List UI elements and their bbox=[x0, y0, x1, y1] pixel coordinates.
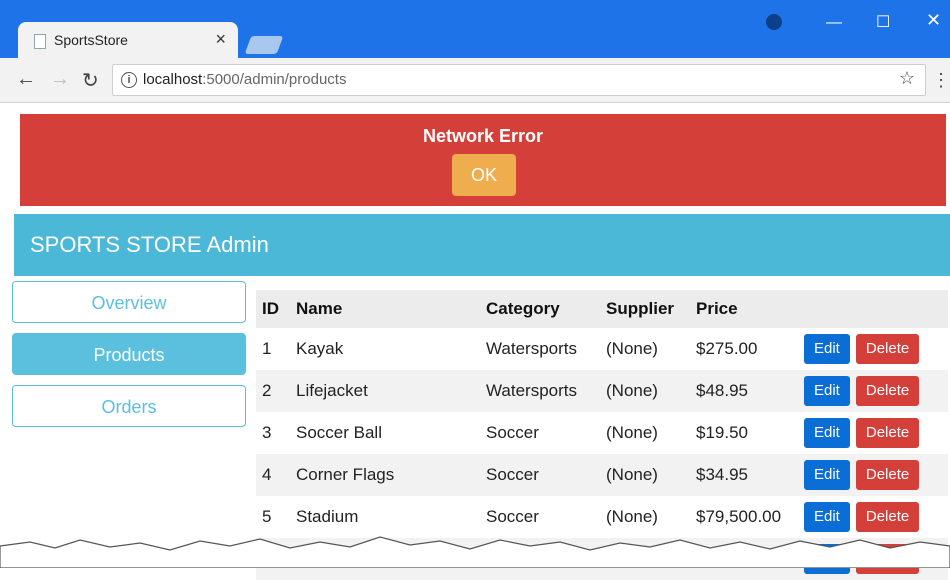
cell-name: Lifejacket bbox=[296, 381, 368, 400]
delete-button[interactable]: Delete bbox=[855, 418, 920, 448]
menu-icon[interactable]: ⋮ bbox=[932, 70, 950, 91]
cell-name: Corner Flags bbox=[296, 465, 395, 484]
delete-button[interactable]: Delete bbox=[855, 376, 920, 406]
cell-name: Soccer Ball bbox=[296, 423, 382, 442]
cell-supplier: (None) bbox=[606, 423, 658, 442]
bookmark-star-icon[interactable]: ☆ bbox=[899, 68, 915, 89]
cell-price: $34.95 bbox=[696, 465, 748, 484]
cell-actions: EditDelete bbox=[798, 412, 948, 454]
cell-price: $19.50 bbox=[696, 423, 748, 442]
sidebar-item-products[interactable]: Products bbox=[12, 333, 246, 375]
error-banner: Network Error OK bbox=[20, 114, 946, 206]
browser-titlebar: SportsStore × — ☐ ✕ bbox=[0, 0, 950, 58]
table-header-row: ID Name Category Supplier Price bbox=[256, 290, 948, 328]
reload-icon[interactable]: ↻ bbox=[82, 68, 99, 93]
admin-title: SPORTS STORE Admin bbox=[30, 232, 269, 257]
url-input[interactable]: i localhost:5000/admin/products ☆ bbox=[112, 64, 926, 96]
table-row: 3 Soccer Ball Soccer (None) $19.50 Edit D… bbox=[256, 412, 948, 454]
error-message: Network Error bbox=[422, 126, 544, 146]
cell-supplier: (None) bbox=[606, 381, 658, 400]
torn-edge-decoration bbox=[0, 536, 950, 568]
cell-category: Watersports bbox=[486, 339, 578, 358]
table-row: 1 Kayak Watersports (None) $275.00 Edit D… bbox=[256, 328, 948, 370]
cell-id: 2 bbox=[262, 381, 272, 400]
minimize-icon[interactable]: — bbox=[826, 14, 842, 32]
profile-icon[interactable] bbox=[766, 14, 782, 30]
edit-button[interactable]: Edit bbox=[804, 460, 850, 490]
delete-button[interactable]: Delete bbox=[855, 334, 920, 364]
tab-title: SportsStore bbox=[54, 32, 128, 48]
table-row: 2 Lifejacket Watersports (None) $48.95 E… bbox=[256, 370, 948, 412]
ok-button[interactable]: OK bbox=[452, 154, 516, 196]
cell-price: $275.00 bbox=[696, 339, 758, 358]
page-icon bbox=[34, 34, 46, 49]
close-tab-icon[interactable]: × bbox=[215, 29, 226, 50]
edit-button[interactable]: Edit bbox=[804, 418, 850, 448]
sidebar-item-overview[interactable]: Overview bbox=[12, 281, 246, 323]
cell-category: Watersports bbox=[486, 381, 578, 400]
browser-tab[interactable]: SportsStore × bbox=[18, 22, 238, 58]
cell-actions: EditDelete bbox=[798, 454, 948, 496]
cell-actions: EditDelete bbox=[798, 328, 948, 370]
info-icon[interactable]: i bbox=[121, 72, 137, 88]
cell-name: Kayak bbox=[296, 339, 344, 358]
cell-id: 3 bbox=[262, 423, 272, 442]
sidebar-item-orders[interactable]: Orders bbox=[12, 385, 246, 427]
cell-price: $48.95 bbox=[696, 381, 748, 400]
cell-id: 4 bbox=[262, 465, 272, 484]
column-header-category: Category bbox=[486, 299, 560, 318]
cell-category: Soccer bbox=[486, 465, 539, 484]
column-header-supplier: Supplier bbox=[606, 299, 675, 318]
back-icon[interactable]: ← bbox=[16, 68, 36, 91]
cell-supplier: (None) bbox=[606, 339, 658, 358]
close-window-icon[interactable]: ✕ bbox=[926, 10, 941, 31]
column-header-price: Price bbox=[696, 299, 738, 318]
delete-button[interactable]: Delete bbox=[855, 460, 920, 490]
edit-button[interactable]: Edit bbox=[804, 376, 850, 406]
maximize-icon[interactable]: ☐ bbox=[876, 12, 890, 32]
admin-header: SPORTS STORE Admin bbox=[14, 214, 950, 276]
cell-id: 1 bbox=[262, 339, 272, 358]
column-header-name: Name bbox=[296, 299, 343, 318]
edit-button[interactable]: Edit bbox=[804, 334, 850, 364]
new-tab-button[interactable] bbox=[244, 36, 284, 54]
cell-category: Soccer bbox=[486, 423, 539, 442]
column-header-id: ID bbox=[262, 299, 279, 318]
url-text: localhost:5000/admin/products bbox=[143, 71, 347, 88]
address-bar: ← → ↻ i localhost:5000/admin/products ☆ … bbox=[0, 58, 950, 103]
forward-icon[interactable]: → bbox=[50, 68, 70, 91]
cell-supplier: (None) bbox=[606, 465, 658, 484]
table-row: 4 Corner Flags Soccer (None) $34.95 Edit… bbox=[256, 454, 948, 496]
column-header-actions bbox=[798, 290, 948, 328]
cell-actions: EditDelete bbox=[798, 370, 948, 412]
